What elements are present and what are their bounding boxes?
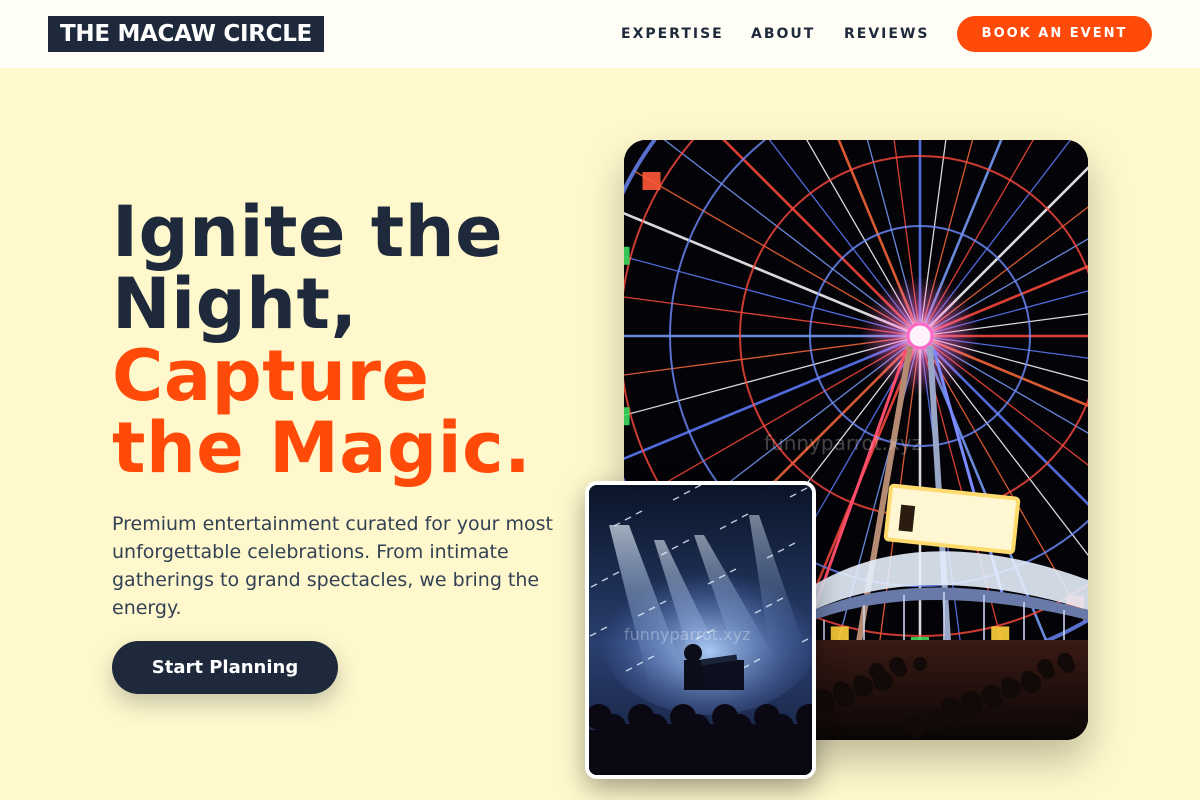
headline-line-1: Ignite the — [112, 191, 504, 273]
headline-accent-line-1: Capture — [112, 335, 430, 417]
concert-stage-photo: funnyparrot.xyz — [585, 481, 816, 779]
book-event-button[interactable]: BOOK AN EVENT — [957, 16, 1152, 52]
brand-logo[interactable]: THE MACAW CIRCLE — [48, 16, 324, 52]
small-photo-watermark: funnyparrot.xyz — [624, 625, 751, 644]
start-planning-button[interactable]: Start Planning — [112, 641, 338, 694]
main-photo-watermark: funnyparrot.xyz — [764, 431, 922, 455]
headline-accent-line-2: the Magic. — [112, 407, 532, 489]
nav-link-about[interactable]: ABOUT — [751, 16, 815, 52]
nav-link-reviews[interactable]: REVIEWS — [844, 16, 929, 52]
hero-headline: Ignite the Night, Capture the Magic. — [112, 196, 531, 484]
top-navigation-bar: THE MACAW CIRCLE EXPERTISE ABOUT REVIEWS… — [0, 0, 1200, 68]
headline-line-2: Night, — [112, 263, 358, 345]
concert-stage-illustration: funnyparrot.xyz — [589, 485, 812, 775]
nav-link-expertise[interactable]: EXPERTISE — [621, 16, 724, 52]
hero-description: Premium entertainment curated for your m… — [112, 513, 553, 619]
